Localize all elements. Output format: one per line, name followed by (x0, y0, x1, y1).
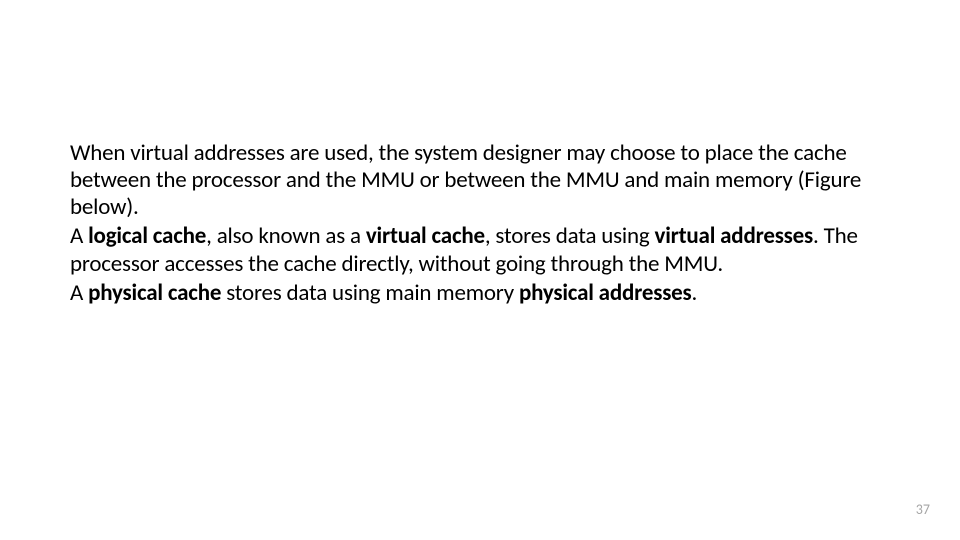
paragraph-1: When virtual addresses are used, the sys… (70, 140, 890, 221)
paragraph-3: A physical cache stores data using main … (70, 280, 890, 307)
text: A (70, 222, 88, 250)
term-virtual-cache: virtual cache (366, 222, 485, 250)
term-virtual-addresses: virtual addresses (655, 222, 813, 250)
text: When virtual addresses are used, the sys… (70, 139, 861, 221)
text: stores data using main memory (221, 279, 519, 307)
term-physical-cache: physical cache (88, 279, 221, 307)
term-logical-cache: logical cache (88, 222, 206, 250)
body-text: When virtual addresses are used, the sys… (70, 140, 890, 309)
text: , also known as a (206, 222, 366, 250)
text: . (692, 279, 698, 307)
term-physical-addresses: physical addresses (519, 279, 692, 307)
page-number: 37 (916, 501, 930, 518)
slide: When virtual addresses are used, the sys… (0, 0, 960, 540)
text: , stores data using (485, 222, 655, 250)
paragraph-2: A logical cache, also known as a virtual… (70, 223, 890, 277)
text: A (70, 279, 88, 307)
